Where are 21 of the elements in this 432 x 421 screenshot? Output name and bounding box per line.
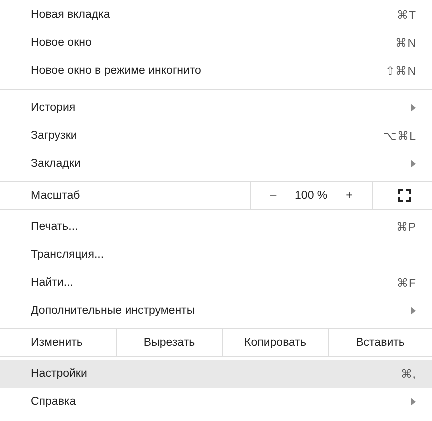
menu-item[interactable]: Дополнительные инструменты <box>0 297 432 325</box>
edit-button[interactable]: Вырезать <box>117 329 223 356</box>
edit-label: Изменить <box>0 329 117 356</box>
edit-button[interactable]: Копировать <box>223 329 329 356</box>
menu-item[interactable]: Новое окно в режиме инкогнито ⇧⌘N <box>0 57 432 85</box>
menu-item[interactable]: Новое окно ⌘N <box>0 29 432 57</box>
edit-button[interactable]: Вставить <box>329 329 432 356</box>
menu-item[interactable]: Найти... ⌘F <box>0 269 432 297</box>
fullscreen-icon[interactable] <box>398 189 411 202</box>
menu-item[interactable]: Настройки ⌘, <box>0 360 432 388</box>
menu-item[interactable]: История <box>0 94 432 122</box>
zoom-in-button[interactable]: + <box>342 188 357 204</box>
zoom-label: Масштаб <box>0 182 251 209</box>
menu-item[interactable]: Закладки <box>0 150 432 178</box>
zoom-out-button[interactable]: – <box>266 188 281 204</box>
menu-item[interactable]: Загрузки ⌥⌘L <box>0 122 432 150</box>
menu-item[interactable]: Печать... ⌘P <box>0 213 432 241</box>
menu-item[interactable]: Справка <box>0 388 432 416</box>
menu-item[interactable]: Новая вкладка ⌘T <box>0 1 432 29</box>
zoom-value: 100 % <box>295 190 328 202</box>
menu-item[interactable]: Трансляция... <box>0 241 432 269</box>
